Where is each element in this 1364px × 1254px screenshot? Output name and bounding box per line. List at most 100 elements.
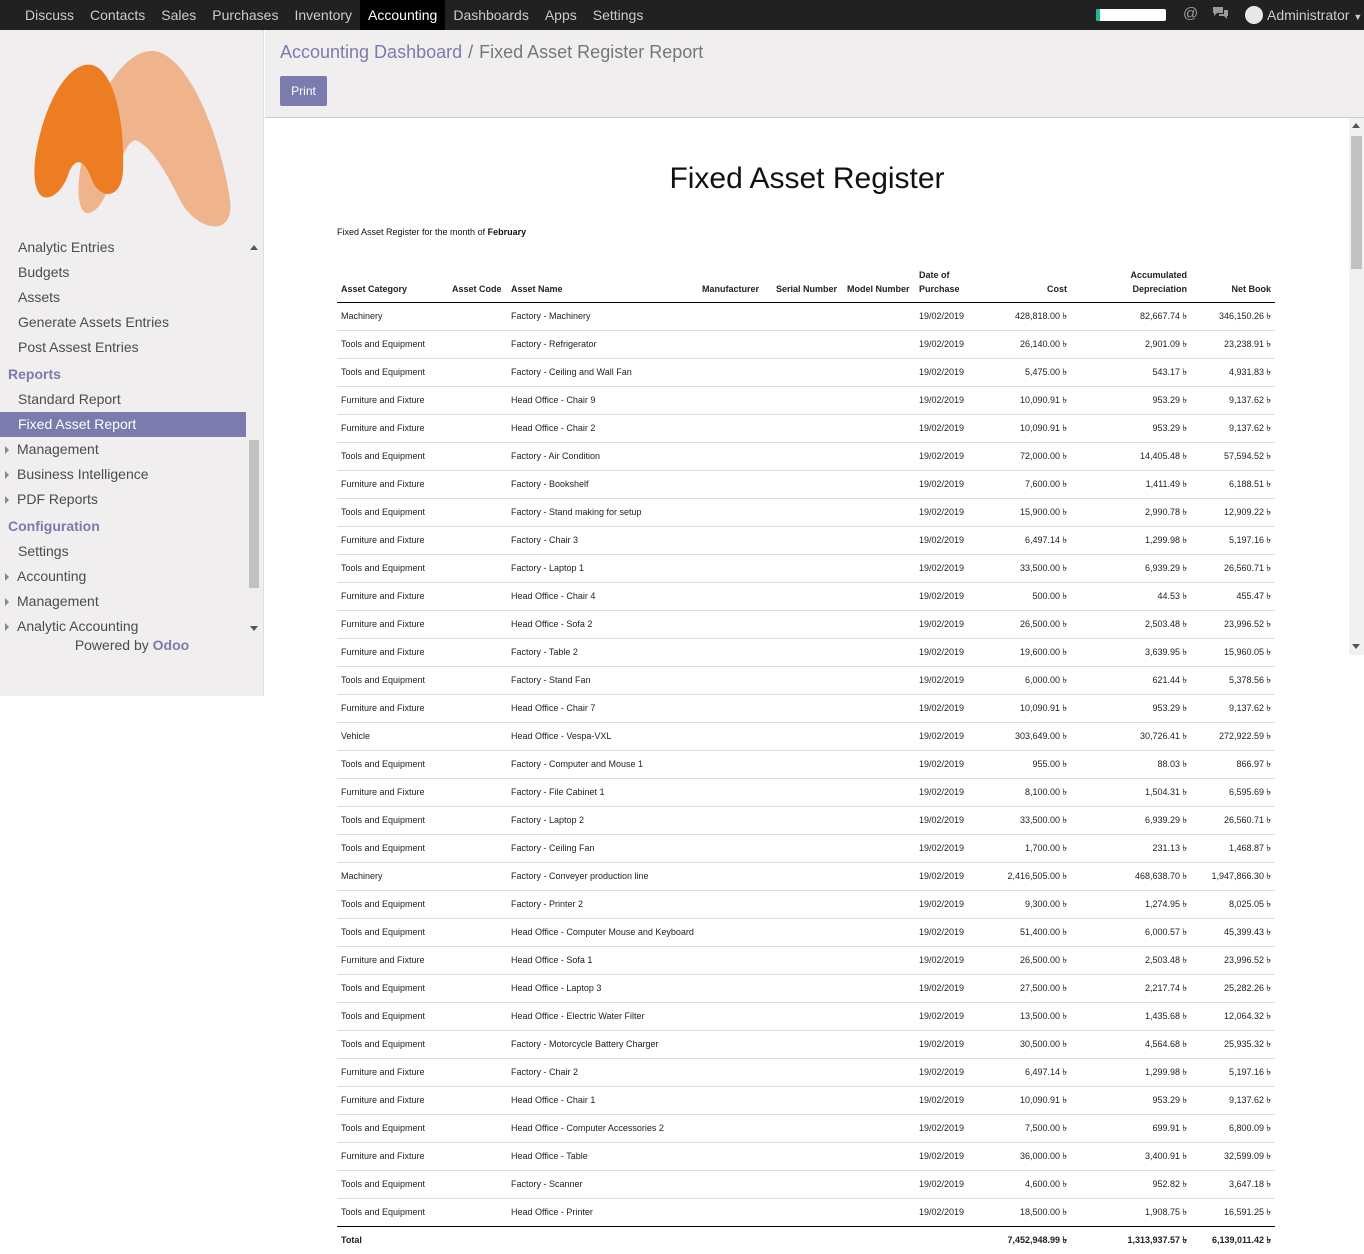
sidebar-item-settings[interactable]: Settings bbox=[0, 539, 246, 564]
table-cell: 14,405.48 ৳ bbox=[1071, 443, 1191, 471]
sidebar-item-pdf-reports[interactable]: PDF Reports bbox=[0, 487, 246, 512]
sidebar-item-post-assest-entries[interactable]: Post Assest Entries bbox=[0, 335, 246, 360]
table-row: Tools and EquipmentFactory - Motorcycle … bbox=[337, 1031, 1275, 1059]
scroll-up-icon[interactable] bbox=[250, 245, 258, 250]
print-button[interactable]: Print bbox=[280, 76, 327, 106]
sidebar-item-budgets[interactable]: Budgets bbox=[0, 260, 246, 285]
table-cell: 5,475.00 ৳ bbox=[991, 359, 1071, 387]
table-cell bbox=[843, 611, 915, 639]
table-cell: Tools and Equipment bbox=[337, 331, 448, 359]
table-cell: 27,500.00 ৳ bbox=[991, 975, 1071, 1003]
menu-inventory[interactable]: Inventory bbox=[286, 0, 360, 30]
table-cell: 9,137.62 ৳ bbox=[1191, 695, 1275, 723]
table-cell: 19/02/2019 bbox=[915, 331, 991, 359]
table-cell bbox=[843, 1059, 915, 1087]
table-cell: 26,500.00 ৳ bbox=[991, 947, 1071, 975]
table-cell bbox=[772, 835, 843, 863]
table-cell: 19/02/2019 bbox=[915, 807, 991, 835]
column-header: Asset Code bbox=[448, 266, 507, 303]
powered-by: Powered by Odoo bbox=[0, 637, 264, 653]
menu-sales[interactable]: Sales bbox=[153, 0, 204, 30]
menu-accounting[interactable]: Accounting bbox=[360, 0, 445, 30]
report-title: Fixed Asset Register bbox=[265, 162, 1349, 196]
progress-fill bbox=[1096, 9, 1100, 21]
table-cell bbox=[698, 611, 772, 639]
column-header: Accumulated Depreciation bbox=[1071, 266, 1191, 303]
table-cell bbox=[843, 667, 915, 695]
breadcrumb-accounting-dashboard[interactable]: Accounting Dashboard bbox=[280, 42, 462, 62]
odoo-link[interactable]: Odoo bbox=[153, 637, 190, 653]
chat-icon[interactable] bbox=[1212, 5, 1229, 24]
table-row: Furniture and FixtureFactory - Bookshelf… bbox=[337, 471, 1275, 499]
table-cell: 19/02/2019 bbox=[915, 387, 991, 415]
menu-purchases[interactable]: Purchases bbox=[204, 0, 286, 30]
table-cell bbox=[772, 919, 843, 947]
table-cell: Factory - Stand making for setup bbox=[507, 499, 698, 527]
table-cell bbox=[448, 611, 507, 639]
table-cell: 6,497.14 ৳ bbox=[991, 527, 1071, 555]
sidebar-item-fixed-asset-report[interactable]: Fixed Asset Report bbox=[0, 412, 246, 437]
user-avatar[interactable] bbox=[1245, 6, 1263, 24]
table-row: Furniture and FixtureHead Office - Sofa … bbox=[337, 947, 1275, 975]
sidebar-item-analytic-accounting[interactable]: Analytic Accounting bbox=[0, 614, 246, 635]
user-menu[interactable]: Administrator ▼ bbox=[1267, 0, 1362, 32]
total-cell: 6,139,011.42 ৳ bbox=[1191, 1227, 1275, 1254]
table-cell: Furniture and Fixture bbox=[337, 583, 448, 611]
table-cell: Furniture and Fixture bbox=[337, 947, 448, 975]
sidebar-item-business-intelligence[interactable]: Business Intelligence bbox=[0, 462, 246, 487]
table-cell: Head Office - Vespa-VXL bbox=[507, 723, 698, 751]
table-cell bbox=[843, 1115, 915, 1143]
menu-apps[interactable]: Apps bbox=[537, 0, 585, 30]
table-cell: 5,197.16 ৳ bbox=[1191, 1059, 1275, 1087]
table-cell: 19/02/2019 bbox=[915, 471, 991, 499]
table-cell: Head Office - Chair 4 bbox=[507, 583, 698, 611]
at-icon[interactable]: @ bbox=[1183, 5, 1198, 22]
table-cell: 8,100.00 ৳ bbox=[991, 779, 1071, 807]
sidebar-item-management[interactable]: Management bbox=[0, 589, 246, 614]
table-cell bbox=[698, 891, 772, 919]
table-cell: Machinery bbox=[337, 303, 448, 331]
sidebar-item-generate-assets-entries[interactable]: Generate Assets Entries bbox=[0, 310, 246, 335]
report-scrollbar[interactable] bbox=[1349, 118, 1364, 655]
scroll-thumb[interactable] bbox=[1351, 136, 1362, 269]
menu-contacts[interactable]: Contacts bbox=[82, 0, 153, 30]
table-cell bbox=[843, 527, 915, 555]
table-cell bbox=[843, 1003, 915, 1031]
scroll-thumb[interactable] bbox=[249, 440, 259, 588]
table-cell bbox=[448, 751, 507, 779]
menu-dashboards[interactable]: Dashboards bbox=[445, 0, 537, 30]
table-cell: 19/02/2019 bbox=[915, 1087, 991, 1115]
menu-discuss[interactable]: Discuss bbox=[0, 0, 82, 30]
table-cell: Furniture and Fixture bbox=[337, 779, 448, 807]
table-cell: Tools and Equipment bbox=[337, 975, 448, 1003]
table-cell bbox=[698, 583, 772, 611]
table-cell: 19/02/2019 bbox=[915, 779, 991, 807]
sidebar-item-standard-report[interactable]: Standard Report bbox=[0, 387, 246, 412]
table-cell bbox=[772, 891, 843, 919]
table-cell: 88.03 ৳ bbox=[1071, 751, 1191, 779]
table-cell: 33,500.00 ৳ bbox=[991, 807, 1071, 835]
column-header: Date of Purchase bbox=[915, 266, 991, 303]
sidebar-item-analytic-entries[interactable]: Analytic Entries bbox=[0, 235, 246, 260]
table-cell bbox=[772, 667, 843, 695]
app-menu: DiscussContactsSalesPurchasesInventoryAc… bbox=[0, 0, 651, 30]
sidebar-item-management[interactable]: Management bbox=[0, 437, 246, 462]
table-cell bbox=[698, 835, 772, 863]
table-row: Furniture and FixtureHead Office - Chair… bbox=[337, 695, 1275, 723]
scroll-down-icon[interactable] bbox=[250, 626, 258, 631]
sidebar-item-accounting[interactable]: Accounting bbox=[0, 564, 246, 589]
scroll-down-icon[interactable] bbox=[1352, 644, 1360, 649]
table-cell: Vehicle bbox=[337, 723, 448, 751]
sidebar-scrollbar[interactable] bbox=[247, 235, 262, 640]
sidebar-item-assets[interactable]: Assets bbox=[0, 285, 246, 310]
table-cell bbox=[843, 1171, 915, 1199]
table-cell: 6,939.29 ৳ bbox=[1071, 807, 1191, 835]
scroll-up-icon[interactable] bbox=[1352, 123, 1360, 128]
table-cell bbox=[772, 611, 843, 639]
fixed-asset-table: Asset CategoryAsset CodeAsset NameManufa… bbox=[337, 266, 1275, 1254]
menu-settings[interactable]: Settings bbox=[585, 0, 652, 30]
table-cell: 19/02/2019 bbox=[915, 863, 991, 891]
table-cell: Factory - Bookshelf bbox=[507, 471, 698, 499]
table-cell bbox=[448, 1199, 507, 1227]
table-cell bbox=[843, 919, 915, 947]
